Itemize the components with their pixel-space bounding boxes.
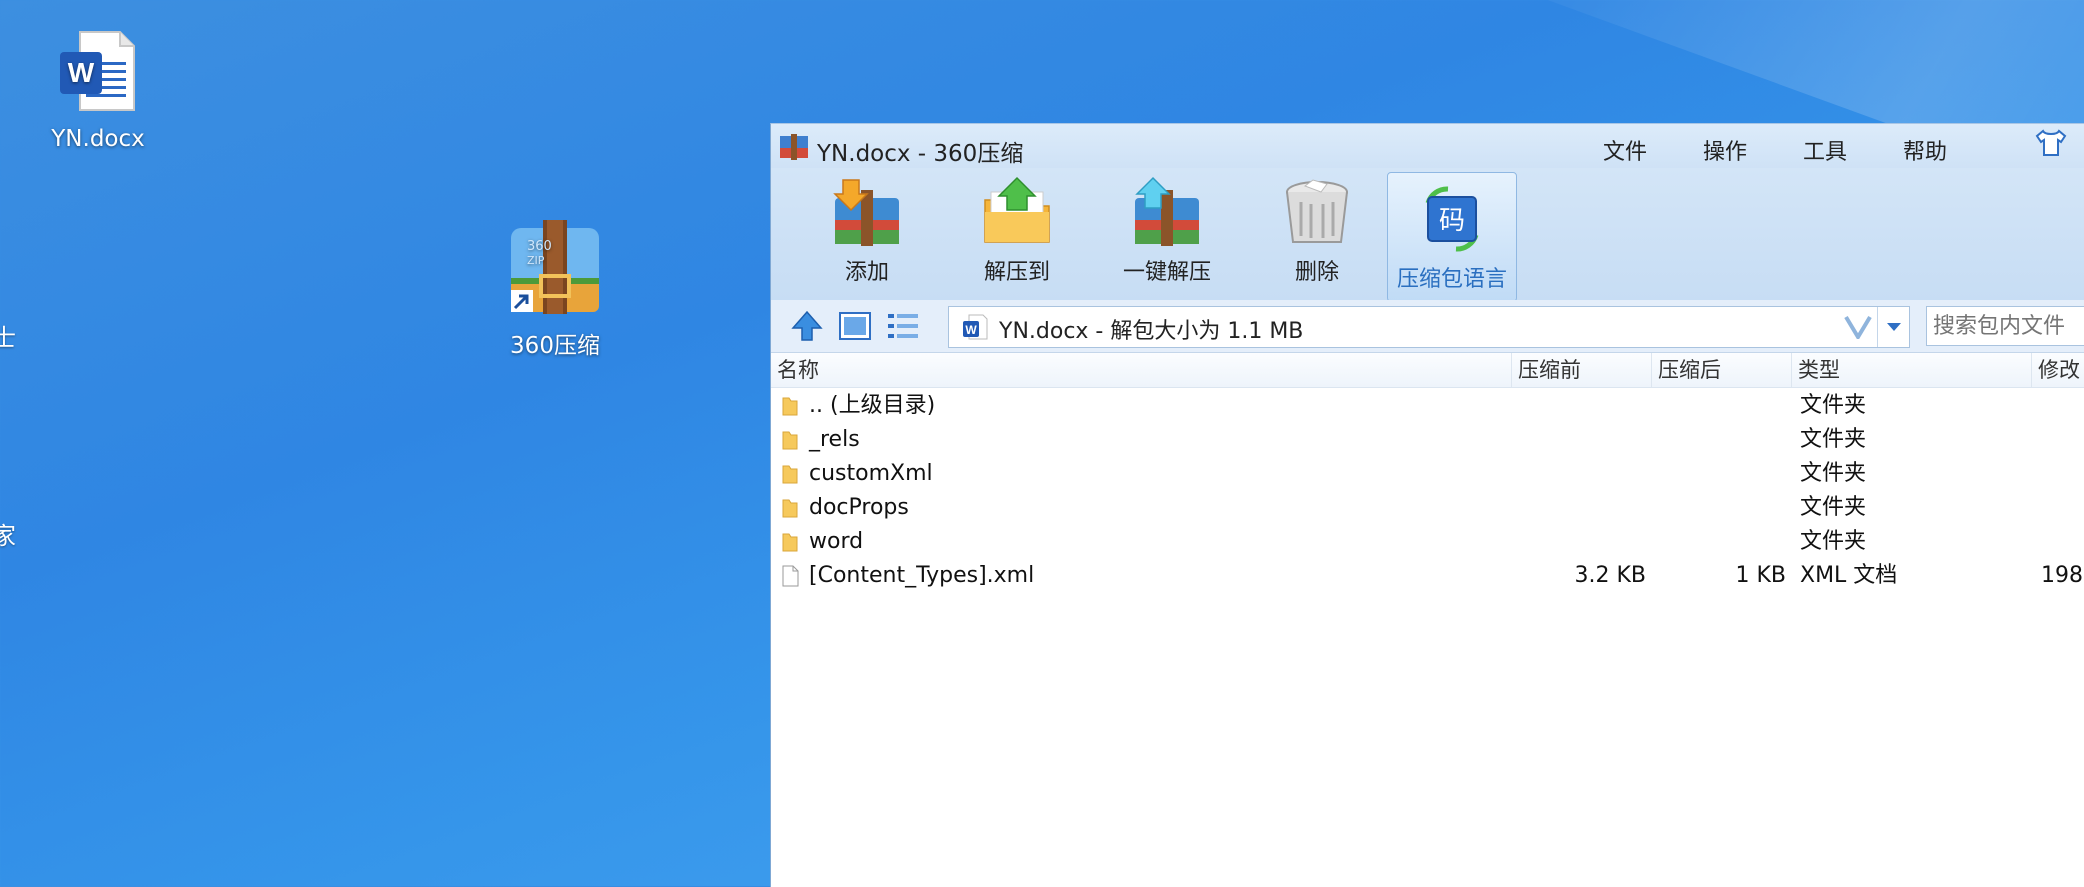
- folder-icon: [782, 431, 798, 450]
- archive-language-button[interactable]: 码 压缩包语言: [1387, 172, 1517, 302]
- size-after: [1652, 457, 1786, 491]
- folder-icon: [782, 533, 798, 552]
- file-list-header: 名称 压缩前 压缩后 类型 修改: [771, 353, 2084, 388]
- file-type: 文件夹: [1800, 495, 1867, 520]
- list-view-icon[interactable]: [885, 308, 921, 344]
- table-row[interactable]: [Content_Types].xml 3.2 KB 1 KB XML 文档 1980: [771, 559, 2084, 593]
- archive-app-icon: 360 ZIP: [511, 220, 599, 314]
- menu-operation[interactable]: 操作: [1703, 134, 1747, 166]
- one-click-extract-icon: [1135, 176, 1199, 246]
- file-type: 文件夹: [1800, 461, 1867, 486]
- menu-file[interactable]: 文件: [1603, 134, 1647, 166]
- title-bar[interactable]: YN.docx - 360压缩 文件 操作 工具 帮助: [771, 124, 2084, 168]
- file-name: _rels: [809, 427, 860, 452]
- file-name: customXml: [809, 461, 933, 486]
- size-before: [1512, 491, 1646, 525]
- file-name: docProps: [809, 495, 909, 520]
- add-button-label: 添加: [844, 260, 889, 285]
- archive-window: YN.docx - 360压缩 文件 操作 工具 帮助 添加 解压到 一键解压 …: [770, 123, 2084, 887]
- svg-text:W: W: [68, 57, 95, 88]
- file-name: .. (上级目录): [809, 393, 936, 418]
- column-type[interactable]: 类型: [1792, 353, 2032, 387]
- size-before: [1512, 389, 1646, 423]
- table-row[interactable]: word 文件夹: [771, 525, 2084, 559]
- window-title: YN.docx - 360压缩: [817, 141, 1024, 167]
- up-folder-icon[interactable]: [789, 308, 825, 344]
- size-after: [1652, 389, 1786, 423]
- size-before: 3.2 KB: [1574, 563, 1647, 588]
- table-row[interactable]: _rels 文件夹: [771, 423, 2084, 457]
- desktop-icon-360zip[interactable]: 360 ZIP 360压缩: [485, 220, 625, 360]
- add-button[interactable]: 添加: [812, 176, 922, 286]
- delete-button[interactable]: 删除: [1262, 176, 1372, 286]
- table-row[interactable]: .. (上级目录) 文件夹: [771, 389, 2084, 423]
- size-after: [1652, 491, 1786, 525]
- file-icon: [782, 565, 799, 587]
- column-modified[interactable]: 修改: [2032, 353, 2084, 387]
- add-to-archive-icon: [833, 179, 899, 246]
- extract-to-button[interactable]: 解压到: [962, 176, 1072, 286]
- verify-v-icon[interactable]: [1844, 315, 1872, 339]
- navigation-bar: W YN.docx - 解包大小为 1.1 MB: [771, 300, 2084, 353]
- search-input[interactable]: [1926, 306, 2084, 346]
- file-type: XML 文档: [1800, 563, 1898, 588]
- archive-language-button-label: 压缩包语言: [1396, 267, 1507, 292]
- file-type: 文件夹: [1800, 529, 1867, 554]
- menu-tools[interactable]: 工具: [1803, 134, 1847, 166]
- size-before: [1512, 457, 1646, 491]
- file-type: 文件夹: [1800, 393, 1867, 418]
- one-click-extract-button[interactable]: 一键解压: [1112, 176, 1222, 286]
- column-size-before[interactable]: 压缩前: [1512, 353, 1652, 387]
- table-row[interactable]: docProps 文件夹: [771, 491, 2084, 525]
- offscreen-icon-label: 家: [0, 522, 16, 550]
- extract-to-icon: [984, 176, 1050, 243]
- svg-text:ZIP: ZIP: [527, 254, 545, 267]
- path-dropdown-button[interactable]: [1877, 307, 1910, 347]
- extract-to-button-label: 解压到: [983, 260, 1050, 285]
- folder-icon: [782, 465, 798, 484]
- size-before: [1512, 423, 1646, 457]
- archive-app-icon: [780, 134, 808, 160]
- folder-icon: [782, 499, 798, 518]
- file-name: word: [809, 529, 864, 554]
- skin-shirt-icon[interactable]: [2033, 128, 2069, 158]
- size-before: [1512, 525, 1646, 559]
- delete-button-label: 删除: [1294, 260, 1339, 285]
- menu-help[interactable]: 帮助: [1903, 134, 1947, 166]
- desktop-icon-label: YN.docx: [51, 126, 145, 152]
- svg-text:W: W: [965, 323, 977, 337]
- word-document-icon: W: [60, 31, 135, 111]
- path-text: YN.docx - 解包大小为 1.1 MB: [999, 319, 1304, 344]
- folder-icon: [782, 397, 798, 416]
- path-bar[interactable]: W YN.docx - 解包大小为 1.1 MB: [948, 306, 1910, 348]
- one-click-extract-button-label: 一键解压: [1122, 260, 1211, 285]
- archive-language-icon: 码: [1425, 186, 1479, 252]
- chevron-down-icon: [1887, 323, 1901, 331]
- toolbar: 添加 解压到 一键解压 删除 码 压缩包语言: [771, 168, 2084, 302]
- column-size-after[interactable]: 压缩后: [1652, 353, 1792, 387]
- offscreen-icon-label: 士: [0, 324, 16, 352]
- table-row[interactable]: customXml 文件夹: [771, 457, 2084, 491]
- modified-date: 1980: [2041, 563, 2084, 588]
- size-after: [1652, 525, 1786, 559]
- size-after: 1 KB: [1735, 563, 1786, 588]
- file-name: [Content_Types].xml: [809, 563, 1035, 588]
- file-type: 文件夹: [1800, 427, 1867, 452]
- desktop-icon-yn-docx[interactable]: W YN.docx: [28, 28, 168, 152]
- column-name[interactable]: 名称: [771, 353, 1512, 387]
- thumbnail-view-icon[interactable]: [837, 308, 873, 344]
- svg-text:码: 码: [1439, 206, 1465, 236]
- trash-bin-icon: [1286, 179, 1348, 243]
- desktop-icon-label: 360压缩: [510, 333, 600, 359]
- word-document-icon: W: [963, 314, 988, 340]
- svg-text:360: 360: [527, 239, 552, 254]
- size-after: [1652, 423, 1786, 457]
